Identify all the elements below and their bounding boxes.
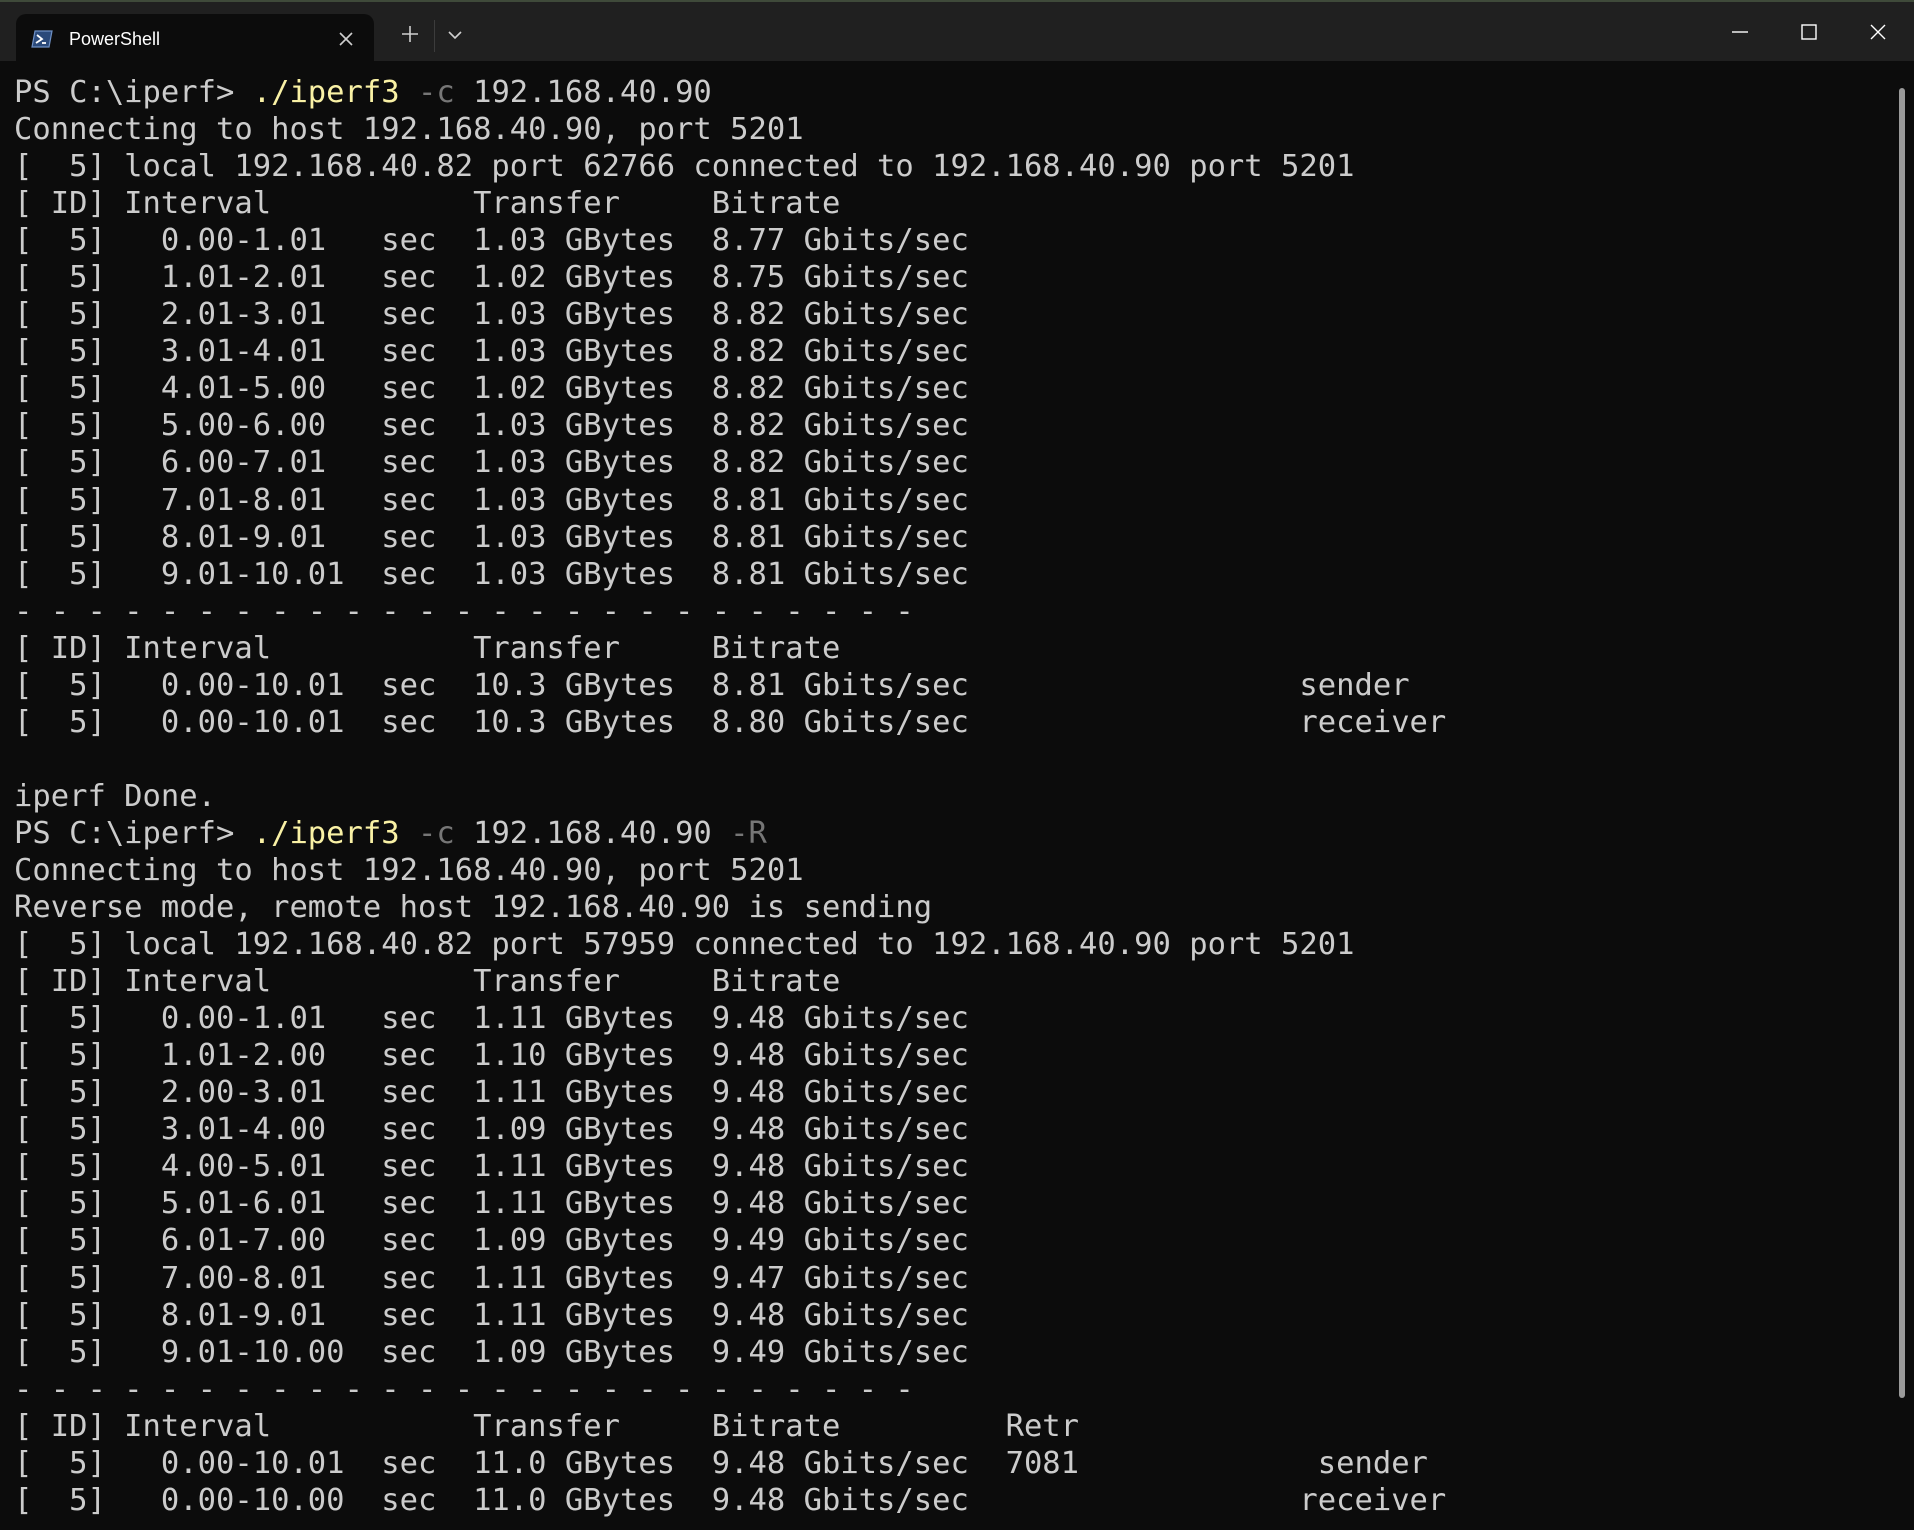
- prompt-text: PS C:\iperf>: [14, 815, 253, 851]
- chevron-down-icon: [448, 31, 462, 40]
- output-line: [ 5] 2.01-3.01 sec 1.03 GBytes 8.82 Gbit…: [14, 297, 969, 333]
- output-line: Connecting to host 192.168.40.90, port 5…: [14, 112, 804, 148]
- close-icon: [1870, 24, 1886, 40]
- output-line: - - - - - - - - - - - - - - - - - - - - …: [14, 1371, 914, 1407]
- output-line: [ 5] 6.01-7.00 sec 1.09 GBytes 9.49 Gbit…: [14, 1223, 969, 1259]
- command-line: PS C:\iperf> ./iperf3 -c 192.168.40.90 -…: [14, 815, 1894, 852]
- command-argument: 192.168.40.90: [454, 75, 712, 110]
- maximize-button[interactable]: [1775, 2, 1843, 63]
- output-line: Connecting to host 192.168.40.90, port 5…: [14, 852, 804, 888]
- output-line: [ 5] local 192.168.40.82 port 62766 conn…: [14, 149, 1355, 185]
- output-line: [ 5] 1.01-2.00 sec 1.10 GBytes 9.48 Gbit…: [14, 1038, 969, 1074]
- output-line: iperf Done.: [14, 778, 216, 814]
- tab-powershell[interactable]: PowerShell: [16, 14, 374, 63]
- command-name: ./iperf3: [252, 75, 400, 110]
- output-line: [ 5] 0.00-10.00 sec 11.0 GBytes 9.48 Gbi…: [14, 1482, 1447, 1518]
- minimize-button[interactable]: [1706, 2, 1774, 63]
- output-line: [ 5] 3.01-4.00 sec 1.09 GBytes 9.48 Gbit…: [14, 1112, 969, 1148]
- minimize-icon: [1732, 31, 1748, 33]
- close-tab-icon[interactable]: [334, 27, 358, 51]
- close-window-button[interactable]: [1844, 2, 1912, 63]
- command-parameter: -c: [399, 815, 455, 851]
- title-bar[interactable]: PowerShell: [0, 0, 1914, 63]
- output-line: Reverse mode, remote host 192.168.40.90 …: [14, 890, 933, 926]
- output-line: [ ID] Interval Transfer Bitrate: [14, 630, 841, 666]
- output-line: [ ID] Interval Transfer Bitrate: [14, 186, 841, 222]
- output-line: [ 5] 7.00-8.01 sec 1.11 GBytes 9.47 Gbit…: [14, 1260, 969, 1296]
- output-line: [ 5] 1.01-2.01 sec 1.02 GBytes 8.75 Gbit…: [14, 260, 969, 296]
- output-line: [ 5] 0.00-10.01 sec 11.0 GBytes 9.48 Gbi…: [14, 1445, 1428, 1481]
- output-line: [ 5] 6.00-7.01 sec 1.03 GBytes 8.82 Gbit…: [14, 445, 969, 481]
- output-line: [ 5] local 192.168.40.82 port 57959 conn…: [14, 927, 1355, 963]
- output-line: [ 5] 4.01-5.00 sec 1.02 GBytes 8.82 Gbit…: [14, 371, 969, 407]
- output-line: [ 5] 5.01-6.01 sec 1.11 GBytes 9.48 Gbit…: [14, 1186, 969, 1222]
- command-parameter: -R: [711, 815, 767, 851]
- output-line: [ 5] 8.01-9.01 sec 1.11 GBytes 9.48 Gbit…: [14, 1297, 969, 1333]
- output-line: [ 5] 0.00-1.01 sec 1.03 GBytes 8.77 Gbit…: [14, 223, 969, 259]
- output-line: [ 5] 0.00-10.01 sec 10.3 GBytes 8.81 Gbi…: [14, 667, 1410, 703]
- output-line: - - - - - - - - - - - - - - - - - - - - …: [14, 593, 914, 629]
- output-line: [ 5] 0.00-10.01 sec 10.3 GBytes 8.80 Gbi…: [14, 704, 1447, 740]
- terminal-window: PowerShell PS C:\iperf> ./iperf3 -c 192.…: [0, 0, 1914, 1530]
- command-name: ./iperf3: [252, 815, 400, 851]
- command-argument: 192.168.40.90: [454, 815, 712, 851]
- output-line: [ ID] Interval Transfer Bitrate Retr: [14, 1408, 1080, 1444]
- output-line: [ ID] Interval Transfer Bitrate: [14, 964, 841, 1000]
- output-line: [ 5] 8.01-9.01 sec 1.03 GBytes 8.81 Gbit…: [14, 519, 969, 555]
- vertical-scrollbar[interactable]: [1899, 88, 1905, 1398]
- output-line: [ 5] 2.00-3.01 sec 1.11 GBytes 9.48 Gbit…: [14, 1075, 969, 1111]
- output-line: [ 5] 4.00-5.01 sec 1.11 GBytes 9.48 Gbit…: [14, 1149, 969, 1185]
- command-parameter: -c: [399, 75, 455, 110]
- output-line: [ 5] 5.00-6.00 sec 1.03 GBytes 8.82 Gbit…: [14, 408, 969, 444]
- command-line: PS C:\iperf> ./iperf3 -c 192.168.40.90: [14, 74, 1894, 111]
- output-line: [ 5] 3.01-4.01 sec 1.03 GBytes 8.82 Gbit…: [14, 334, 969, 370]
- toolbar-divider: [434, 20, 435, 52]
- output-line: [ 5] 7.01-8.01 sec 1.03 GBytes 8.81 Gbit…: [14, 482, 969, 518]
- tab-dropdown-button[interactable]: [440, 19, 470, 49]
- output-line: [ 5] 9.01-10.01 sec 1.03 GBytes 8.81 Gbi…: [14, 556, 969, 592]
- output-line: [ 5] 0.00-1.01 sec 1.11 GBytes 9.48 Gbit…: [14, 1001, 969, 1037]
- terminal-output[interactable]: PS C:\iperf> ./iperf3 -c 192.168.40.90 Co…: [14, 74, 1894, 1530]
- tab-title: PowerShell: [69, 29, 161, 49]
- output-line: [ 5] 9.01-10.00 sec 1.09 GBytes 9.49 Gbi…: [14, 1334, 969, 1370]
- new-tab-button[interactable]: [395, 19, 425, 49]
- powershell-icon: [30, 27, 54, 51]
- maximize-icon: [1801, 24, 1817, 40]
- prompt-text: PS C:\iperf>: [14, 75, 253, 110]
- plus-icon: [402, 26, 418, 42]
